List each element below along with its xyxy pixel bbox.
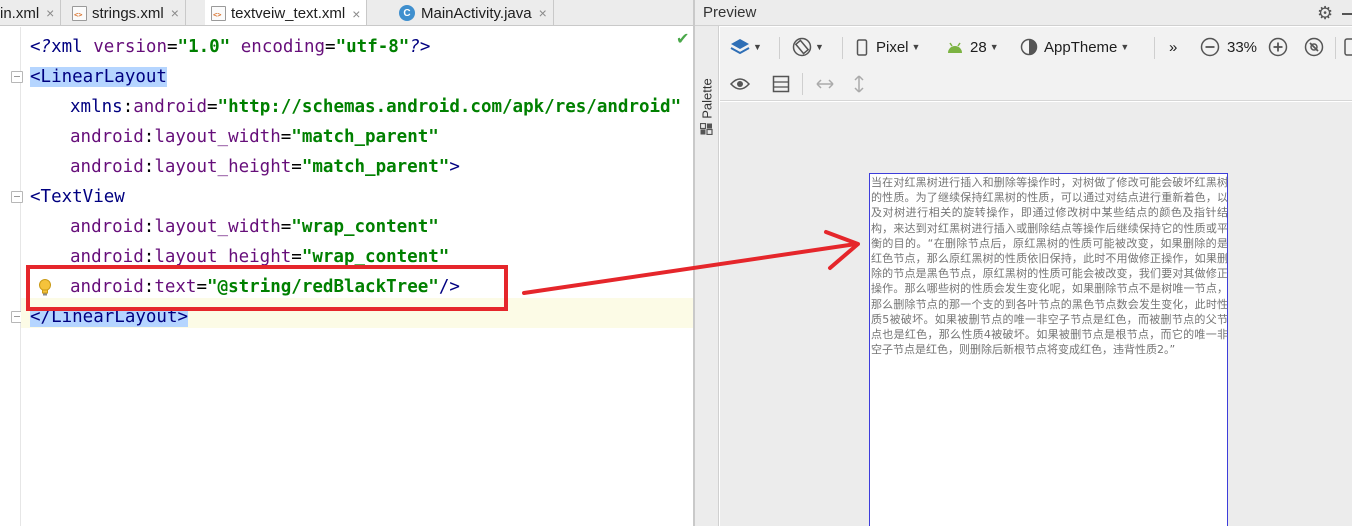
overflow-button[interactable]: [1344, 27, 1352, 67]
preview-toolbar: ▼ ▼ Pixel ▼ 28 ▼ AppTheme ▼ » 33%: [720, 27, 1352, 67]
java-class-icon: C: [399, 5, 415, 21]
fold-marker-icon[interactable]: [11, 71, 23, 83]
orientation-button[interactable]: ▼: [792, 27, 824, 67]
fold-marker-icon[interactable]: [11, 191, 23, 203]
theme-icon: [1020, 38, 1038, 56]
panel-edge-icon: [1344, 38, 1352, 56]
gear-icon[interactable]: ⚙: [1317, 3, 1333, 24]
tab-mainactivity-java[interactable]: C MainActivity.java ×: [393, 0, 554, 25]
design-surface-button[interactable]: ▼: [730, 27, 762, 67]
tab-label: strings.xml: [92, 4, 164, 22]
layers-icon: [730, 39, 750, 55]
chevron-down-icon: ▼: [815, 42, 824, 52]
resize-horizontal-button[interactable]: [815, 64, 835, 104]
device-screen[interactable]: 当在对红黑树进行插入和删除等操作时，对树做了修改可能会破坏红黑树的性质。为了继续…: [869, 173, 1228, 526]
zoom-in-icon: [1268, 37, 1288, 57]
chevron-down-icon: ▼: [989, 42, 999, 52]
code-line-5: android:layout_height="match_parent">: [70, 157, 460, 177]
zoom-out-icon: [1200, 37, 1220, 57]
toolbar-separator: [1154, 37, 1155, 59]
preview-secondary-toolbar: [720, 67, 1352, 101]
android-icon: [948, 42, 962, 53]
preview-header: Preview ⚙: [695, 0, 1352, 26]
close-icon[interactable]: ×: [539, 6, 547, 20]
zoom-level: 33%: [1227, 38, 1258, 56]
palette-tab[interactable]: Palette: [695, 68, 719, 128]
palette-side-strip: Palette: [695, 26, 719, 526]
chevron-down-icon: ▼: [911, 42, 921, 52]
annotation-highlight-box: [26, 265, 508, 311]
code-line-4: android:layout_width="match_parent": [70, 127, 439, 147]
toolbar-separator: [1335, 37, 1336, 59]
tab-textveiw-text-xml[interactable]: textveiw_text.xml ×: [205, 0, 368, 25]
close-icon[interactable]: ×: [46, 6, 54, 20]
theme-selector[interactable]: AppTheme ▼: [1020, 27, 1129, 67]
close-icon[interactable]: ×: [352, 7, 360, 21]
toolbar-separator: [802, 73, 803, 95]
chevron-down-icon: ▼: [1120, 42, 1130, 52]
tab-label: in.xml: [0, 4, 40, 22]
blueprint-button[interactable]: [772, 64, 790, 104]
code-line-2: <LinearLayout: [30, 67, 167, 87]
zoom-in-button[interactable]: [1268, 27, 1288, 67]
layout-grid-icon: [772, 75, 790, 93]
toolbar-separator: [842, 37, 843, 59]
preview-title: Preview: [703, 4, 757, 21]
code-editor[interactable]: <?xml version="1.0" encoding="utf-8"?> <…: [0, 27, 693, 526]
minimize-icon[interactable]: [1342, 13, 1352, 15]
code-line-3: xmlns:android="http://schemas.android.co…: [70, 97, 682, 117]
api-level-selector[interactable]: 28 ▼: [946, 27, 999, 67]
tab-label: MainActivity.java: [421, 4, 532, 22]
close-icon[interactable]: ×: [171, 6, 179, 20]
phone-icon: [856, 38, 868, 56]
resize-vertical-button[interactable]: [853, 64, 865, 104]
more-button[interactable]: »: [1169, 27, 1177, 67]
code-line-7: android:layout_width="wrap_content": [70, 217, 439, 237]
zoom-out-button[interactable]: [1200, 27, 1220, 67]
xml-file-icon: [211, 6, 226, 21]
tab-strings-xml[interactable]: strings.xml ×: [66, 0, 186, 25]
horizontal-arrows-icon: [816, 79, 834, 89]
inspection-ok-icon[interactable]: ✔: [676, 29, 689, 48]
chevron-down-icon: ▼: [753, 42, 762, 52]
rotate-icon: [792, 37, 812, 57]
toolbar-separator: [779, 37, 780, 59]
palette-icon: [700, 123, 713, 135]
textview-preview[interactable]: 当在对红黑树进行插入和删除等操作时，对树做了修改可能会破坏红黑树的性质。为了继续…: [871, 175, 1228, 357]
vertical-arrows-icon: [854, 75, 864, 93]
code-line-6: <TextView: [30, 187, 125, 207]
code-line-1: <?xml version="1.0" encoding="utf-8"?>: [30, 37, 431, 57]
show-layout-decorations-button[interactable]: [730, 64, 750, 104]
editor-tab-bar: in.xml × strings.xml × textveiw_text.xml…: [0, 0, 693, 26]
zoom-fit-icon: [1304, 37, 1324, 57]
device-selector[interactable]: Pixel ▼: [856, 27, 920, 67]
tab-label: textveiw_text.xml: [231, 5, 346, 22]
eye-icon: [730, 78, 750, 90]
editor-gutter: [0, 27, 23, 526]
zoom-to-fit-button[interactable]: [1304, 27, 1324, 67]
xml-file-icon: [72, 5, 87, 21]
tab-main-xml[interactable]: in.xml ×: [0, 0, 62, 25]
